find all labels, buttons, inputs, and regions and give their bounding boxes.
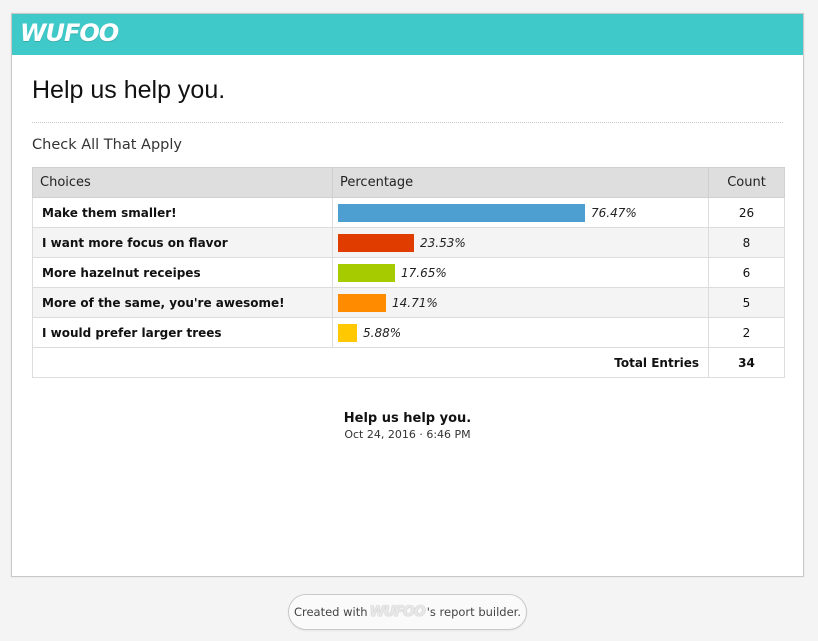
table-row: I want more focus on flavor 23.53% 8 bbox=[32, 227, 785, 258]
choice-label: I want more focus on flavor bbox=[32, 227, 333, 258]
wufoo-logo[interactable]: WUFOO bbox=[20, 19, 119, 47]
total-entries-count: 34 bbox=[708, 347, 785, 378]
table-header-row: Choices Percentage Count bbox=[32, 167, 785, 198]
table-row: I would prefer larger trees 5.88% 2 bbox=[32, 317, 785, 348]
footer-timestamp: Oct 24, 2016 · 6:46 PM bbox=[344, 428, 471, 441]
header-count: Count bbox=[708, 167, 785, 198]
choice-label: Make them smaller! bbox=[32, 197, 333, 228]
percentage-bar bbox=[338, 233, 414, 252]
report-frame: WUFOO Help us help you. Check All That A… bbox=[11, 13, 804, 577]
percentage-label: 17.65% bbox=[401, 265, 447, 280]
percentage-cell: 76.47% bbox=[332, 197, 709, 228]
choice-label: More of the same, you're awesome! bbox=[32, 287, 333, 318]
credit-prefix: Created with bbox=[293, 605, 368, 619]
percentage-bar bbox=[338, 263, 395, 282]
count-value: 6 bbox=[708, 257, 785, 288]
percentage-cell: 5.88% bbox=[332, 317, 709, 348]
count-value: 5 bbox=[708, 287, 785, 318]
table-row: More hazelnut receipes 17.65% 6 bbox=[32, 257, 785, 288]
percentage-label: 23.53% bbox=[420, 235, 466, 250]
created-with-badge[interactable]: Created with WUFOO 's report builder. bbox=[288, 594, 527, 630]
percentage-bar bbox=[338, 203, 585, 222]
percentage-label: 76.47% bbox=[591, 205, 637, 220]
table-row: Make them smaller! 76.47% 26 bbox=[32, 197, 785, 228]
count-value: 8 bbox=[708, 227, 785, 258]
percentage-bar bbox=[338, 293, 386, 312]
total-row: Total Entries 34 bbox=[32, 347, 785, 378]
percentage-cell: 23.53% bbox=[332, 227, 709, 258]
percentage-cell: 17.65% bbox=[332, 257, 709, 288]
credit-suffix: 's report builder. bbox=[426, 605, 522, 619]
brand-bar: WUFOO bbox=[12, 14, 803, 55]
percentage-bar bbox=[338, 323, 357, 342]
results-table: Choices Percentage Count Make them small… bbox=[32, 167, 785, 378]
choice-label: I would prefer larger trees bbox=[32, 317, 333, 348]
choice-label: More hazelnut receipes bbox=[32, 257, 333, 288]
percentage-label: 5.88% bbox=[363, 325, 402, 340]
total-entries-label: Total Entries bbox=[32, 347, 709, 378]
header-percentage: Percentage bbox=[332, 167, 709, 198]
count-value: 2 bbox=[708, 317, 785, 348]
table-row: More of the same, you're awesome! 14.71%… bbox=[32, 287, 785, 318]
percentage-cell: 14.71% bbox=[332, 287, 709, 318]
count-value: 26 bbox=[708, 197, 785, 228]
page-title: Help us help you. bbox=[32, 76, 226, 104]
section-title: Check All That Apply bbox=[32, 137, 182, 153]
header-choices: Choices bbox=[32, 167, 333, 198]
percentage-label: 14.71% bbox=[392, 295, 438, 310]
footer-report-title: Help us help you. bbox=[343, 411, 472, 426]
divider bbox=[32, 122, 783, 123]
wufoo-credit-logo[interactable]: WUFOO bbox=[370, 604, 426, 620]
